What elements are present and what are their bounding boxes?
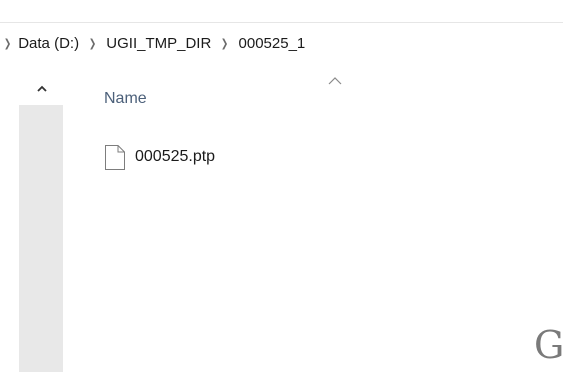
breadcrumb-separator-icon[interactable]: ❯ (221, 37, 228, 50)
breadcrumb-item-current[interactable]: 000525_1 (239, 35, 306, 52)
breadcrumb-separator-icon[interactable]: ❯ (4, 37, 11, 50)
vertical-scrollbar[interactable] (19, 75, 63, 372)
column-header-name[interactable]: Name (104, 90, 147, 108)
address-bar[interactable]: ❯ Data (D:) ❯ UGII_TMP_DIR ❯ 000525_1 (0, 23, 563, 63)
chevron-up-icon[interactable] (37, 84, 47, 94)
navigation-pane (0, 63, 19, 372)
breadcrumb-item-folder[interactable]: UGII_TMP_DIR (106, 35, 211, 52)
breadcrumb-separator-icon[interactable]: ❯ (89, 37, 96, 50)
file-icon (105, 144, 125, 170)
breadcrumb-item-drive[interactable]: Data (D:) (18, 35, 79, 52)
toolbar-strip (0, 0, 563, 23)
file-name: 000525.ptp (135, 148, 216, 165)
watermark-logo: G (534, 323, 563, 367)
sort-ascending-icon[interactable] (328, 76, 342, 86)
list-item[interactable]: 000525.ptp (104, 141, 215, 173)
